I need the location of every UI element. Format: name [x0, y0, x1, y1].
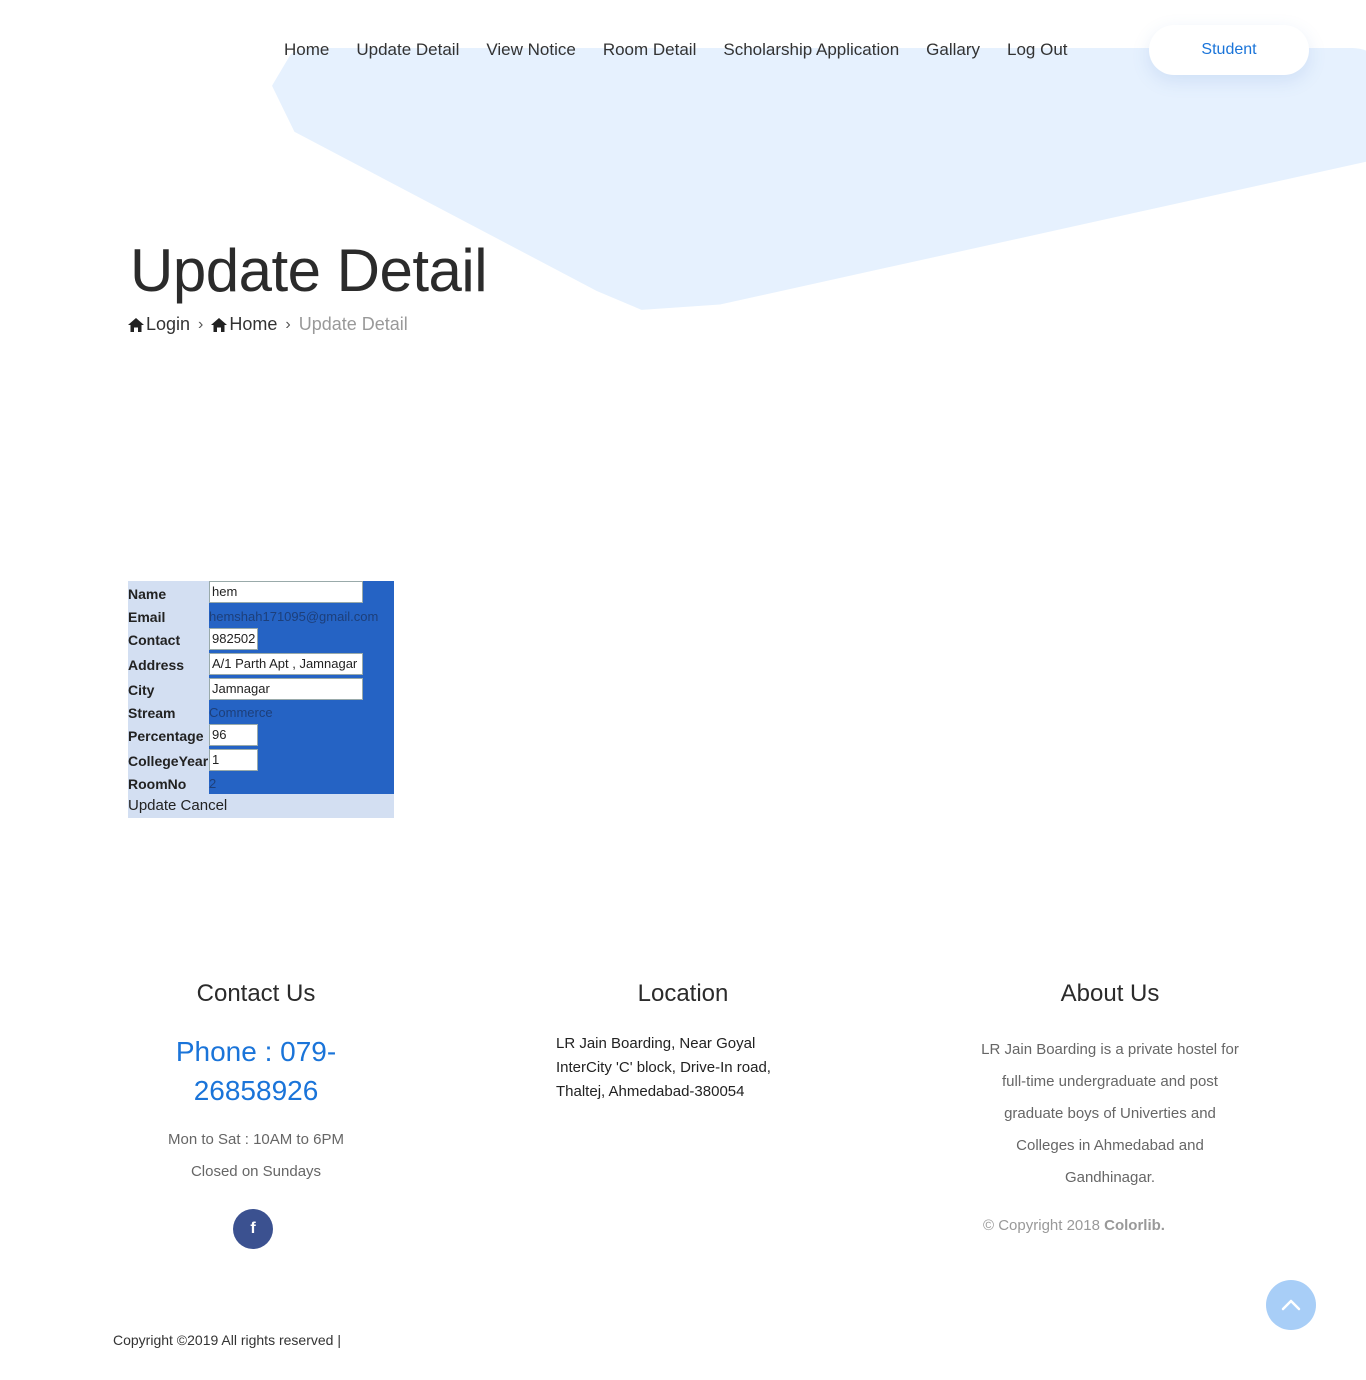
nav-log-out[interactable]: Log Out	[1007, 38, 1068, 62]
room-no-label: RoomNo	[128, 776, 187, 792]
breadcrumb-login-label: Login	[146, 314, 191, 334]
address-label: Address	[128, 657, 185, 673]
breadcrumb-home-label: Home	[229, 314, 278, 334]
phone-number[interactable]: Phone : 079-26858926	[140, 1032, 372, 1110]
breadcrumb: Login › Home › Update Detail	[128, 314, 408, 335]
email-label: Email	[128, 609, 166, 625]
scroll-to-top-button[interactable]	[1266, 1280, 1316, 1330]
form-actions: Update Cancel	[128, 794, 394, 818]
copyright-colorlib: © Copyright 2018 Colorlib.	[983, 1217, 1165, 1234]
chevron-right-icon: ›	[285, 315, 291, 333]
nav-gallary[interactable]: Gallary	[926, 38, 980, 62]
breadcrumb-current: Update Detail	[298, 314, 408, 334]
main-nav: Home Update Detail View Notice Room Deta…	[284, 38, 1095, 62]
address-input[interactable]: A/1 Parth Apt , Jamnagar	[209, 653, 363, 675]
name-label: Name	[128, 586, 167, 602]
breadcrumb-login[interactable]: Login	[128, 314, 190, 335]
copyright-prefix: © Copyright 2018	[983, 1217, 1100, 1234]
update-detail-form: Name hem Email hemshah171095@gmail.com C…	[128, 581, 394, 818]
facebook-icon[interactable]: f	[233, 1209, 273, 1249]
stream-value: Commerce	[209, 705, 273, 720]
nav-view-notice[interactable]: View Notice	[486, 38, 575, 62]
home-icon	[128, 317, 144, 332]
cancel-button[interactable]: Cancel	[181, 797, 228, 814]
college-year-label: CollegeYear	[128, 753, 209, 769]
nav-update-detail[interactable]: Update Detail	[356, 38, 459, 62]
contact-label: Contact	[128, 632, 181, 648]
college-year-input[interactable]: 1	[209, 749, 258, 771]
page-title: Update Detail	[130, 237, 488, 304]
location-address: LR Jain Boarding, Near Goyal InterCity '…	[556, 1035, 771, 1100]
chevron-up-icon	[1281, 1299, 1301, 1311]
office-hours: Mon to Sat : 10AM to 6PM	[168, 1131, 344, 1148]
city-label: City	[128, 682, 155, 698]
name-input[interactable]: hem	[209, 581, 363, 603]
city-input[interactable]: Jamnagar	[209, 678, 363, 700]
copyright-bottom: Copyright ©2019 All rights reserved |	[113, 1332, 341, 1348]
contact-us-title: Contact Us	[196, 980, 316, 1007]
nav-home[interactable]: Home	[284, 38, 329, 62]
email-value: hemshah171095@gmail.com	[209, 609, 379, 624]
stream-label: Stream	[128, 705, 176, 721]
breadcrumb-home[interactable]: Home	[211, 314, 277, 335]
location-title: Location	[637, 980, 729, 1007]
student-button[interactable]: Student	[1149, 25, 1309, 75]
copyright-brand-link[interactable]: Colorlib.	[1104, 1217, 1165, 1234]
about-us-title: About Us	[1060, 980, 1160, 1007]
chevron-right-icon: ›	[198, 315, 204, 333]
nav-scholarship-application[interactable]: Scholarship Application	[723, 38, 899, 62]
home-icon	[211, 317, 228, 332]
closed-days: Closed on Sundays	[190, 1163, 322, 1180]
room-no-value: 2	[209, 776, 217, 791]
update-button[interactable]: Update	[128, 797, 176, 814]
about-us-text: LR Jain Boarding is a private hostel for…	[981, 1041, 1239, 1186]
percentage-label: Percentage	[128, 728, 204, 744]
nav-room-detail[interactable]: Room Detail	[603, 38, 697, 62]
percentage-input[interactable]: 96	[209, 724, 258, 746]
contact-input[interactable]: 982502	[209, 628, 258, 650]
